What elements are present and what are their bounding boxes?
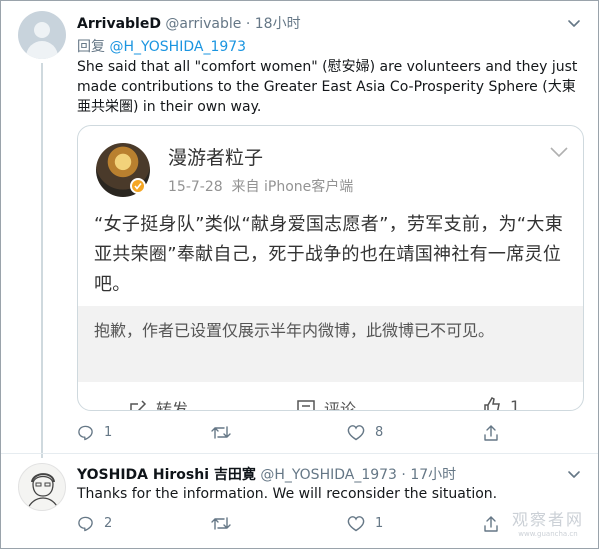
reply-button[interactable]: 2	[77, 515, 112, 532]
weibo-comment-button[interactable]: 评论	[296, 396, 357, 411]
watermark: 观察者网 www.guancha.cn	[512, 506, 584, 538]
tweet-action-bar: 1 8	[77, 424, 537, 444]
verified-badge-icon	[130, 178, 146, 194]
heart-icon	[347, 516, 365, 532]
weibo-author-name[interactable]: 漫游者粒子	[168, 143, 263, 170]
share-button[interactable]	[482, 424, 500, 442]
reply-handle-link[interactable]: @H_YOSHIDA_1973	[109, 39, 246, 55]
reply-count: 2	[104, 516, 113, 531]
avatar-head-shape	[34, 22, 50, 38]
tweet-arrivabled[interactable]: ArrivableD @arrivable · 18小时 回复 @H_YOSHI…	[1, 1, 598, 458]
comment-label: 评论	[324, 400, 357, 411]
user-handle[interactable]: @arrivable	[165, 16, 241, 32]
weibo-source: 来自 iPhone客户端	[231, 179, 354, 195]
like-count: 8	[375, 425, 384, 440]
share-icon	[484, 425, 498, 441]
retweet-button[interactable]	[211, 424, 241, 441]
timestamp[interactable]: 18小时	[255, 16, 301, 32]
heart-icon	[347, 425, 365, 441]
quoted-weibo-card[interactable]: 漫游者粒子 15-7-28 来自 iPhone客户端 “女子挺身队”类似“献身爱…	[77, 125, 584, 411]
avatar-body-shape	[26, 41, 58, 59]
tweet-header: YOSHIDA Hiroshi 吉田寛 @H_YOSHIDA_1973 · 17…	[77, 464, 456, 484]
share-icon	[484, 516, 498, 532]
reply-prefix: 回复	[77, 39, 105, 55]
reply-button[interactable]: 1	[77, 424, 112, 441]
weibo-unavailable-notice: 抱歉，作者已设置仅展示半年内微博，此微博已不可见。	[78, 306, 583, 382]
user-handle[interactable]: @H_YOSHIDA_1973	[260, 467, 397, 483]
weibo-action-bar: 转发 评论 1	[78, 396, 583, 411]
retweet-icon	[211, 517, 231, 530]
display-name[interactable]: YOSHIDA Hiroshi 吉田寛	[77, 467, 256, 483]
thread-line	[41, 63, 43, 458]
sketch-portrait-icon	[26, 473, 60, 510]
weibo-like-count: 1	[510, 396, 521, 411]
like-count: 1	[375, 516, 384, 531]
timestamp[interactable]: 17小时	[410, 467, 456, 483]
comment-icon	[297, 400, 315, 410]
replying-to: 回复 @H_YOSHIDA_1973	[77, 36, 246, 56]
separator: ·	[401, 467, 406, 483]
like-button[interactable]: 1	[347, 515, 383, 532]
share-button[interactable]	[482, 515, 500, 533]
tweet-text: She said that all "comfort women" (慰安婦) …	[77, 59, 578, 115]
weibo-like-button[interactable]: 1	[482, 396, 521, 411]
separator: ·	[245, 16, 251, 32]
weibo-text: “女子挺身队”类似“献身爱国志愿者”，劳军支前，为“大東亚共荣圈”奉献自己，死于…	[94, 214, 564, 295]
weibo-repost-button[interactable]: 转发	[128, 396, 189, 411]
display-name[interactable]: ArrivableD	[77, 16, 161, 32]
repost-label: 转发	[156, 400, 189, 411]
watermark-url: www.guancha.cn	[518, 530, 578, 538]
yoshida-avatar[interactable]	[18, 463, 66, 511]
retweet-icon	[211, 426, 231, 439]
watermark-title: 观察者网	[511, 510, 584, 529]
like-button[interactable]: 8	[347, 424, 383, 441]
retweet-button[interactable]	[211, 515, 241, 532]
chevron-down-icon[interactable]	[566, 15, 582, 31]
thumbs-up-icon	[484, 397, 500, 410]
default-avatar[interactable]	[18, 11, 66, 59]
reply-icon	[78, 425, 93, 441]
chevron-down-icon[interactable]	[566, 466, 582, 482]
reply-count: 1	[104, 425, 113, 440]
weibo-meta: 15-7-28 来自 iPhone客户端	[168, 176, 353, 196]
tweet-action-bar: 2 1	[77, 515, 537, 535]
repost-icon	[130, 400, 147, 410]
tweet-text: Thanks for the information. We will reco…	[77, 486, 498, 502]
weibo-date: 15-7-28	[168, 179, 223, 195]
tweet-header: ArrivableD @arrivable · 18小时	[77, 13, 301, 33]
chevron-down-icon[interactable]	[549, 146, 569, 158]
reply-icon	[78, 516, 93, 532]
